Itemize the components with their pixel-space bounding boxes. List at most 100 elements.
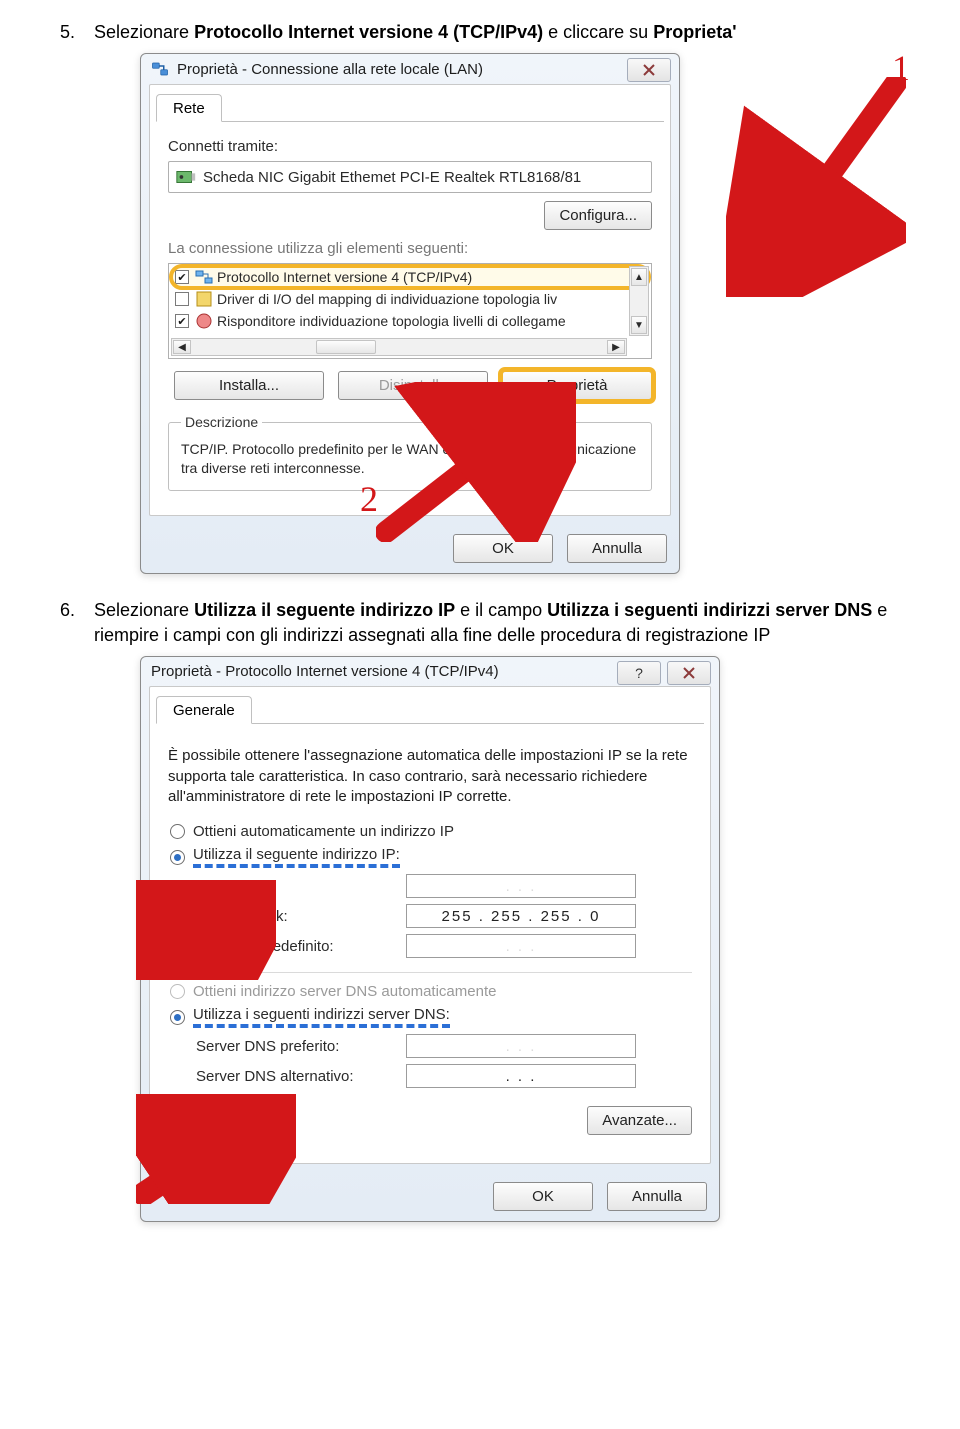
annotation-arrow-1 [726, 77, 906, 297]
radio-manual-ip-row[interactable]: Utilizza il seguente indirizzo IP: [170, 846, 692, 868]
radio-auto-dns-row: Ottieni indirizzo server DNS automaticam… [170, 983, 692, 1000]
uninstall-button: Disinstalla [338, 371, 488, 400]
radio-icon [170, 984, 185, 999]
description-text: TCP/IP. Protocollo predefinito per le WA… [181, 440, 639, 478]
advanced-row: Avanzate... [168, 1106, 692, 1135]
adapter-icon [175, 166, 197, 188]
adapter-field: Scheda NIC Gigabit Ethemet PCI-E Realtek… [168, 161, 652, 193]
cancel-button[interactable]: Annulla [567, 534, 667, 563]
network-icon [151, 60, 169, 78]
subnet-mask-row: Subnet mask: 255 . 255 . 255 . 0 [196, 904, 692, 928]
vertical-scrollbar[interactable]: ▲ ▼ [629, 266, 649, 336]
step-5-number: 5. [60, 20, 82, 45]
ok-cancel-row: OK Annulla [141, 524, 679, 573]
adapter-name: Scheda NIC Gigabit Ethemet PCI-E Realtek… [203, 169, 581, 186]
radio-label: Utilizza i seguenti indirizzi server DNS… [193, 1006, 450, 1028]
titlebar: Proprietà - Connessione alla rete locale… [141, 54, 679, 84]
tab-rete[interactable]: Rete [156, 94, 222, 122]
step-6-text: Selezionare Utilizza il seguente indiriz… [94, 598, 900, 648]
properties-button[interactable]: Proprietà [502, 371, 652, 400]
tab-row: Rete [156, 93, 664, 122]
radio-icon[interactable] [170, 824, 185, 839]
responder-icon [195, 312, 213, 330]
radio-label: Utilizza il seguente indirizzo IP: [193, 846, 400, 868]
ok-cancel-row: OK Annulla [141, 1172, 719, 1221]
list-item-tcpip[interactable]: Protocollo Internet versione 4 (TCP/IPv4… [171, 266, 649, 288]
list-item-risponditore[interactable]: Risponditore individuazione topologia li… [171, 310, 649, 332]
dns-alternate-label: Server DNS alternativo: [196, 1068, 406, 1085]
dns-alternate-row: Server DNS alternativo: . . . [196, 1064, 692, 1088]
components-listbox[interactable]: Protocollo Internet versione 4 (TCP/IPv4… [168, 263, 652, 359]
scroll-left-button[interactable]: ◀ [173, 340, 191, 354]
tab-content: È possibile ottenere l'assegnazione auto… [150, 724, 710, 1151]
description-legend: Descrizione [181, 414, 262, 430]
ip-address-input[interactable]: . . . [406, 874, 636, 898]
annotation-marker-1: 1 [892, 47, 910, 89]
dns-preferred-row: Server DNS preferito: . . . [196, 1034, 692, 1058]
radio-label: Ottieni automaticamente un indirizzo IP [193, 823, 454, 840]
connect-via-label: Connetti tramite: [168, 138, 652, 155]
dialog-body: Rete Connetti tramite: Scheda NIC Gigabi… [149, 84, 671, 516]
titlebar: Proprietà - Protocollo Internet versione… [141, 657, 719, 686]
list-item-label: Risponditore individuazione topologia li… [217, 313, 566, 329]
tab-row: Generale [156, 695, 704, 724]
dialog-title: Proprietà - Protocollo Internet versione… [151, 663, 499, 680]
ip-address-label: Indirizzo IP: [196, 878, 406, 895]
cancel-button[interactable]: Annulla [607, 1182, 707, 1211]
horizontal-scrollbar[interactable]: ◀ ▶ [171, 338, 627, 356]
dialog-title: Proprietà - Connessione alla rete locale… [177, 61, 483, 78]
tcpip-properties-dialog: Proprietà - Protocollo Internet versione… [140, 656, 720, 1222]
radio-manual-dns-row[interactable]: Utilizza i seguenti indirizzi server DNS… [170, 1006, 692, 1028]
subnet-mask-label: Subnet mask: [196, 908, 406, 925]
dns-alternate-input[interactable]: . . . [406, 1064, 636, 1088]
list-item-driverio[interactable]: Driver di I/O del mapping di individuazi… [171, 288, 649, 310]
scroll-track[interactable] [192, 339, 606, 355]
close-button[interactable] [667, 661, 711, 685]
scroll-up-button[interactable]: ▲ [631, 268, 647, 286]
subnet-mask-input[interactable]: 255 . 255 . 255 . 0 [406, 904, 636, 928]
items-label: La connessione utilizza gli elementi seg… [168, 240, 652, 257]
separator [168, 972, 692, 973]
ip-address-row: Indirizzo IP: . . . [196, 874, 692, 898]
checkbox-icon[interactable] [175, 270, 189, 284]
close-button[interactable] [627, 58, 671, 82]
dialog-1-wrapper: 1 Proprietà - Connessione alla rete loca… [140, 53, 900, 574]
driver-icon [195, 290, 213, 308]
scroll-down-button[interactable]: ▼ [631, 316, 647, 334]
radio-icon[interactable] [170, 1010, 185, 1025]
step-5: 5. Selezionare Protocollo Internet versi… [60, 20, 900, 45]
gateway-label: Gateway predefinito: [196, 938, 406, 955]
help-button[interactable]: ? [617, 661, 661, 685]
advanced-button[interactable]: Avanzate... [587, 1106, 692, 1135]
dns-preferred-label: Server DNS preferito: [196, 1038, 406, 1055]
step-6-number: 6. [60, 598, 82, 648]
radio-icon[interactable] [170, 850, 185, 865]
tab-content: Connetti tramite: Scheda NIC Gigabit Eth… [150, 122, 670, 503]
checkbox-icon[interactable] [175, 292, 189, 306]
list-item-label: Protocollo Internet versione 4 (TCP/IPv4… [217, 269, 472, 285]
protocol-icon [195, 268, 213, 286]
scroll-thumb[interactable] [316, 340, 376, 354]
configure-button[interactable]: Configura... [544, 201, 652, 230]
install-button[interactable]: Installa... [174, 371, 324, 400]
info-text: È possibile ottenere l'assegnazione auto… [168, 746, 692, 807]
gateway-input[interactable]: . . . [406, 934, 636, 958]
checkbox-icon[interactable] [175, 314, 189, 328]
ok-button[interactable]: OK [453, 534, 553, 563]
step-6: 6. Selezionare Utilizza il seguente indi… [60, 598, 900, 648]
scroll-right-button[interactable]: ▶ [607, 340, 625, 354]
step-5-text: Selezionare Protocollo Internet versione… [94, 20, 737, 45]
dns-preferred-input[interactable]: . . . [406, 1034, 636, 1058]
radio-auto-ip-row[interactable]: Ottieni automaticamente un indirizzo IP [170, 823, 692, 840]
tab-generale[interactable]: Generale [156, 696, 252, 724]
dialog-2-wrapper: Proprietà - Protocollo Internet versione… [140, 656, 900, 1222]
list-item-label: Driver di I/O del mapping di individuazi… [217, 291, 557, 307]
ok-button[interactable]: OK [493, 1182, 593, 1211]
annotation-marker-2: 2 [360, 478, 378, 520]
radio-label: Ottieni indirizzo server DNS automaticam… [193, 983, 496, 1000]
gateway-row: Gateway predefinito: . . . [196, 934, 692, 958]
dialog-body: Generale È possibile ottenere l'assegnaz… [149, 686, 711, 1164]
description-fieldset: Descrizione TCP/IP. Protocollo predefini… [168, 414, 652, 491]
configure-row: Configura... [168, 201, 652, 230]
lan-properties-dialog: Proprietà - Connessione alla rete locale… [140, 53, 680, 574]
